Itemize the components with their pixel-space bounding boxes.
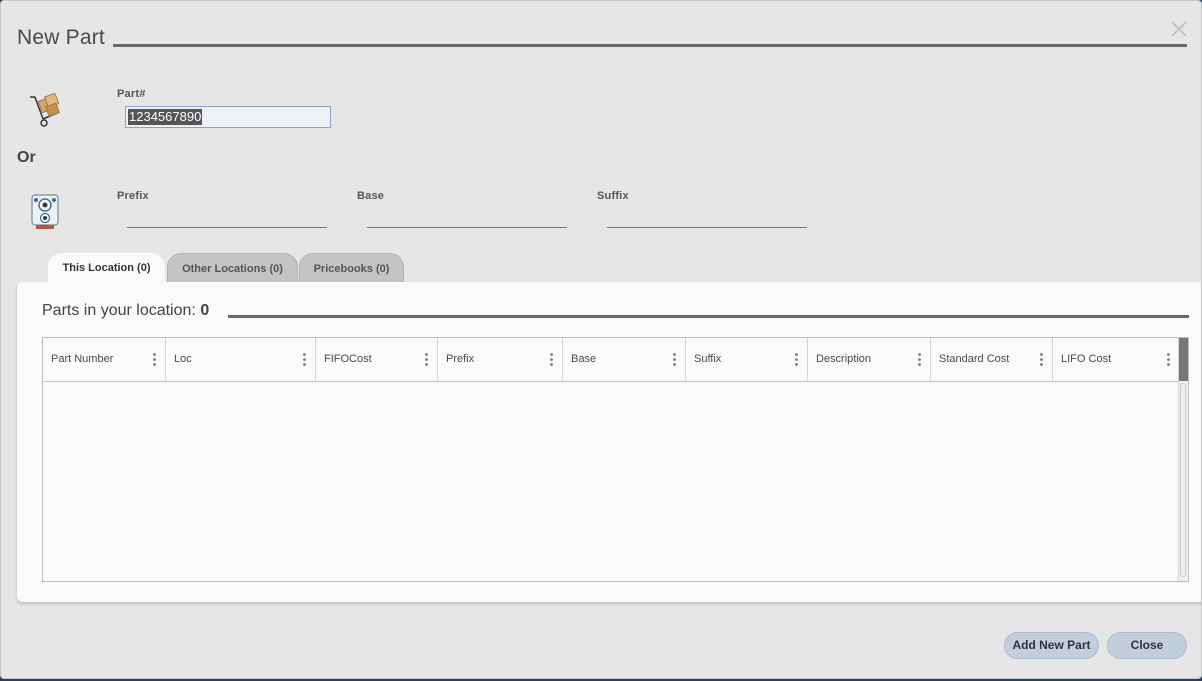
column-header-label: Base — [571, 353, 597, 365]
column-header-part-number[interactable]: Part Number — [43, 338, 166, 381]
add-new-part-button[interactable]: Add New Part — [1004, 632, 1099, 659]
column-header-suffix[interactable]: Suffix — [686, 338, 808, 381]
grid-header: Part Number Loc FIFOCost Prefix Base Suf… — [43, 338, 1179, 382]
parts-grid: Part Number Loc FIFOCost Prefix Base Suf… — [42, 337, 1189, 582]
column-header-loc[interactable]: Loc — [166, 338, 316, 381]
panel-divider — [228, 315, 1189, 318]
column-menu-icon[interactable] — [550, 353, 553, 367]
this-location-panel: Parts in your location: 0 Part Number Lo… — [17, 282, 1201, 602]
prefix-input[interactable] — [127, 212, 327, 228]
base-input[interactable] — [367, 212, 567, 228]
column-header-label: Prefix — [446, 353, 475, 365]
column-header-label: Description — [816, 353, 872, 365]
title-divider — [113, 44, 1187, 47]
column-header-base[interactable]: Base — [563, 338, 686, 381]
or-label: Or — [17, 149, 36, 166]
tab-other-locations[interactable]: Other Locations (0) — [167, 253, 298, 283]
parts-count-label: Parts in your location: — [42, 302, 196, 319]
column-header-label: LIFO Cost — [1061, 353, 1112, 365]
parts-count-heading: Parts in your location: 0 — [42, 302, 209, 320]
column-menu-icon[interactable] — [1167, 353, 1170, 367]
dialog-title: New Part — [17, 26, 105, 49]
column-header-label: Suffix — [694, 353, 722, 365]
column-header-label: Standard Cost — [939, 353, 1010, 365]
column-header-prefix[interactable]: Prefix — [438, 338, 563, 381]
suffix-label: Suffix — [597, 190, 629, 202]
grid-vertical-scrollbar[interactable] — [1178, 338, 1188, 581]
close-icon[interactable] — [1167, 17, 1191, 41]
base-label: Base — [357, 190, 385, 202]
part-number-value: 1234567890 — [128, 109, 203, 125]
column-header-label: FIFOCost — [324, 353, 372, 365]
column-menu-icon[interactable] — [795, 353, 798, 367]
suffix-input[interactable] — [607, 212, 807, 228]
column-menu-icon[interactable] — [918, 353, 921, 367]
tab-pricebooks[interactable]: Pricebooks (0) — [299, 253, 404, 283]
column-menu-icon[interactable] — [425, 353, 428, 367]
close-button[interactable]: Close — [1107, 632, 1187, 659]
part-number-label: Part# — [117, 88, 146, 100]
new-part-dialog: New Part Part# 1234567890 Or Prefix Base… — [0, 0, 1202, 679]
tab-this-location[interactable]: This Location (0) — [48, 253, 165, 283]
column-header-fifocost[interactable]: FIFOCost — [316, 338, 438, 381]
column-header-lifo-cost[interactable]: LIFO Cost — [1053, 338, 1179, 381]
prefix-label: Prefix — [117, 190, 149, 202]
speaker-part-icon — [26, 191, 64, 231]
column-header-label: Part Number — [51, 353, 114, 365]
column-menu-icon[interactable] — [303, 353, 306, 367]
column-header-label: Loc — [174, 353, 192, 365]
parts-count-value: 0 — [200, 302, 210, 319]
column-menu-icon[interactable] — [673, 353, 676, 367]
scrollbar-track[interactable] — [1180, 383, 1186, 577]
scrollbar-thumb[interactable] — [1179, 338, 1188, 381]
column-menu-icon[interactable] — [153, 353, 156, 367]
column-menu-icon[interactable] — [1040, 353, 1043, 367]
column-header-description[interactable]: Description — [808, 338, 931, 381]
hand-truck-icon — [27, 89, 65, 129]
part-number-input[interactable]: 1234567890 — [125, 106, 331, 128]
column-header-standard-cost[interactable]: Standard Cost — [931, 338, 1053, 381]
